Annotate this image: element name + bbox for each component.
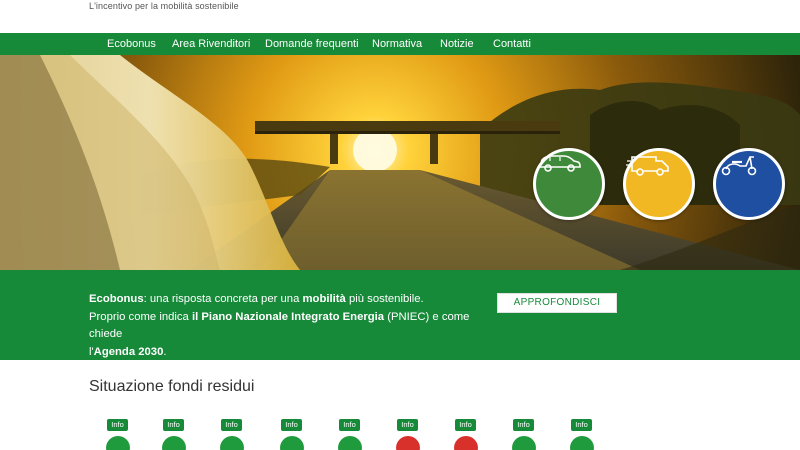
banner-text-fragment: più sostenibile.	[345, 293, 424, 305]
fund-info-button[interactable]: Info	[221, 419, 242, 431]
banner-text-fragment: Proprio come indica	[89, 310, 192, 323]
banner-line-1: Ecobonus: una risposta concreta per una …	[89, 291, 489, 309]
nav-item-contatti[interactable]: Contatti	[493, 33, 531, 55]
main-navigation: Ecobonus Area Rivenditori Domande freque…	[0, 33, 800, 55]
fund-status-light-green	[338, 436, 362, 450]
category-van-button[interactable]	[623, 148, 695, 220]
nav-item-normativa[interactable]: Normativa	[372, 33, 422, 55]
fund-info-button[interactable]: Info	[163, 419, 184, 431]
fund-status-light-red	[396, 436, 420, 450]
banner-text-fragment: .	[163, 345, 167, 358]
banner-agenda-bold: Agenda 2030	[93, 345, 164, 358]
fund-status-light-green	[512, 436, 536, 450]
fund-status-light-green	[570, 436, 594, 450]
hero-banner	[0, 55, 800, 270]
car-icon	[539, 155, 581, 172]
fund-indicator: Info	[106, 419, 134, 450]
fund-status-light-green	[106, 436, 130, 450]
site-tagline: L'incentivo per la mobilità sostenibile	[89, 1, 239, 11]
banner-description: Ecobonus: una risposta concreta per una …	[89, 291, 489, 361]
scooter-icon	[721, 156, 757, 176]
fund-indicator: Info	[338, 419, 366, 450]
van-icon	[626, 156, 669, 176]
banner-line-2: Proprio come indica il Piano Nazionale I…	[89, 309, 489, 344]
fund-indicator: Info	[512, 419, 540, 450]
nav-item-notizie[interactable]: Notizie	[440, 33, 474, 55]
fund-info-button[interactable]: Info	[339, 419, 360, 431]
banner-ecobonus-bold: Ecobonus	[89, 293, 144, 305]
fund-info-button[interactable]: Info	[397, 419, 418, 431]
banner-text-fragment: : una risposta concreta per una	[143, 293, 303, 305]
fund-info-button[interactable]: Info	[455, 419, 476, 431]
category-car-button[interactable]	[533, 148, 605, 220]
fund-info-button[interactable]: Info	[281, 419, 302, 431]
category-scooter-button[interactable]	[713, 148, 785, 220]
fund-info-button[interactable]: Info	[107, 419, 128, 431]
fund-info-button[interactable]: Info	[571, 419, 592, 431]
fund-status-light-red	[454, 436, 478, 450]
fund-indicator: Info	[280, 419, 308, 450]
fund-info-button[interactable]: Info	[513, 419, 534, 431]
banner-mobilita-bold: mobilità	[302, 293, 346, 305]
fund-indicator: Info	[220, 419, 248, 450]
funds-section-title: Situazione fondi residui	[89, 378, 255, 395]
banner-pniec-bold: il Piano Nazionale Integrato Energia	[191, 310, 385, 323]
fund-status-light-green	[280, 436, 304, 450]
approfondisci-button[interactable]: APPROFONDISCI	[497, 293, 617, 313]
fund-status-light-green	[220, 436, 244, 450]
nav-item-domande-frequenti[interactable]: Domande frequenti	[265, 33, 359, 55]
fund-status-light-green	[162, 436, 186, 450]
nav-item-area-rivenditori[interactable]: Area Rivenditori	[172, 33, 250, 55]
fund-indicator: Info	[396, 419, 424, 450]
ecobonus-info-banner: Ecobonus: una risposta concreta per una …	[0, 270, 800, 360]
nav-item-ecobonus[interactable]: Ecobonus	[107, 33, 156, 55]
fund-indicator: Info	[162, 419, 190, 450]
banner-line-3: l'Agenda 2030.	[89, 344, 489, 362]
fund-indicator: Info	[570, 419, 598, 450]
fund-indicator: Info	[454, 419, 482, 450]
